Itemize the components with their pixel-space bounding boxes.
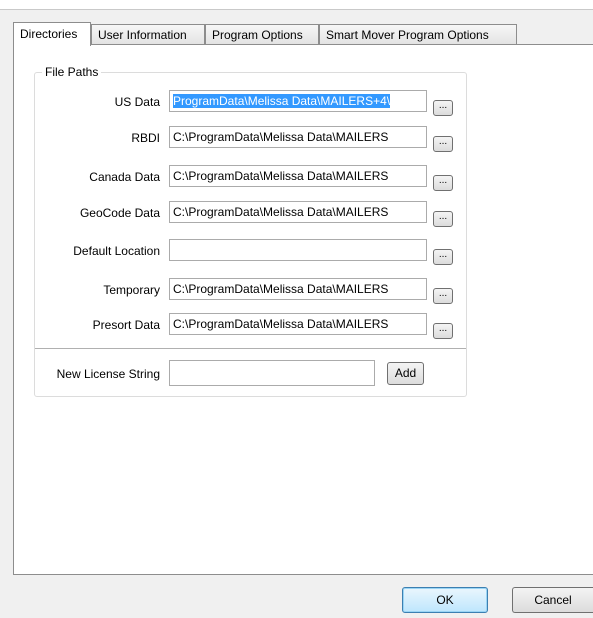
us-data-field[interactable]: ProgramData\Melissa Data\MAILERS+4\ bbox=[169, 90, 427, 112]
file-paths-legend: File Paths bbox=[42, 65, 102, 79]
tab-directories[interactable]: Directories bbox=[13, 22, 91, 46]
rbdi-label: RBDI bbox=[131, 131, 160, 145]
geocode-data-field[interactable]: C:\ProgramData\Melissa Data\MAILERS bbox=[169, 201, 427, 223]
window-top-edge bbox=[0, 0, 593, 10]
tab-smart-mover-program-options[interactable]: Smart Mover Program Options bbox=[319, 24, 517, 44]
rbdi-field[interactable]: C:\ProgramData\Melissa Data\MAILERS bbox=[169, 126, 427, 148]
canada-data-field[interactable]: C:\ProgramData\Melissa Data\MAILERS bbox=[169, 165, 427, 187]
canada-data-browse-button[interactable]: ... bbox=[433, 175, 453, 191]
default-location-browse-button[interactable]: ... bbox=[433, 249, 453, 265]
default-location-field[interactable] bbox=[169, 239, 427, 261]
new-license-string-label: New License String bbox=[56, 367, 160, 381]
file-paths-group: File Paths US Data ProgramData\Melissa D… bbox=[34, 65, 467, 397]
temporary-browse-button[interactable]: ... bbox=[433, 288, 453, 304]
geocode-data-label: GeoCode Data bbox=[79, 206, 160, 220]
add-license-button[interactable]: Add bbox=[387, 362, 424, 385]
us-data-browse-button[interactable]: ... bbox=[433, 100, 453, 116]
presort-data-label: Presort Data bbox=[92, 318, 160, 332]
presort-data-browse-button[interactable]: ... bbox=[433, 323, 453, 339]
new-license-string-input[interactable] bbox=[169, 360, 375, 386]
geocode-data-browse-button[interactable]: ... bbox=[433, 211, 453, 227]
cancel-button[interactable]: Cancel bbox=[512, 587, 593, 613]
us-data-label: US Data bbox=[114, 95, 160, 109]
rbdi-browse-button[interactable]: ... bbox=[433, 136, 453, 152]
ok-button[interactable]: OK bbox=[402, 587, 488, 613]
tab-program-options[interactable]: Program Options bbox=[205, 24, 319, 44]
presort-data-field[interactable]: C:\ProgramData\Melissa Data\MAILERS bbox=[169, 313, 427, 335]
default-location-label: Default Location bbox=[73, 244, 160, 258]
directories-panel: File Paths US Data ProgramData\Melissa D… bbox=[13, 44, 593, 575]
temporary-field[interactable]: C:\ProgramData\Melissa Data\MAILERS bbox=[169, 278, 427, 300]
canada-data-label: Canada Data bbox=[89, 170, 160, 184]
temporary-label: Temporary bbox=[103, 283, 160, 297]
tab-user-information[interactable]: User Information bbox=[91, 24, 205, 44]
group-separator bbox=[35, 348, 466, 349]
